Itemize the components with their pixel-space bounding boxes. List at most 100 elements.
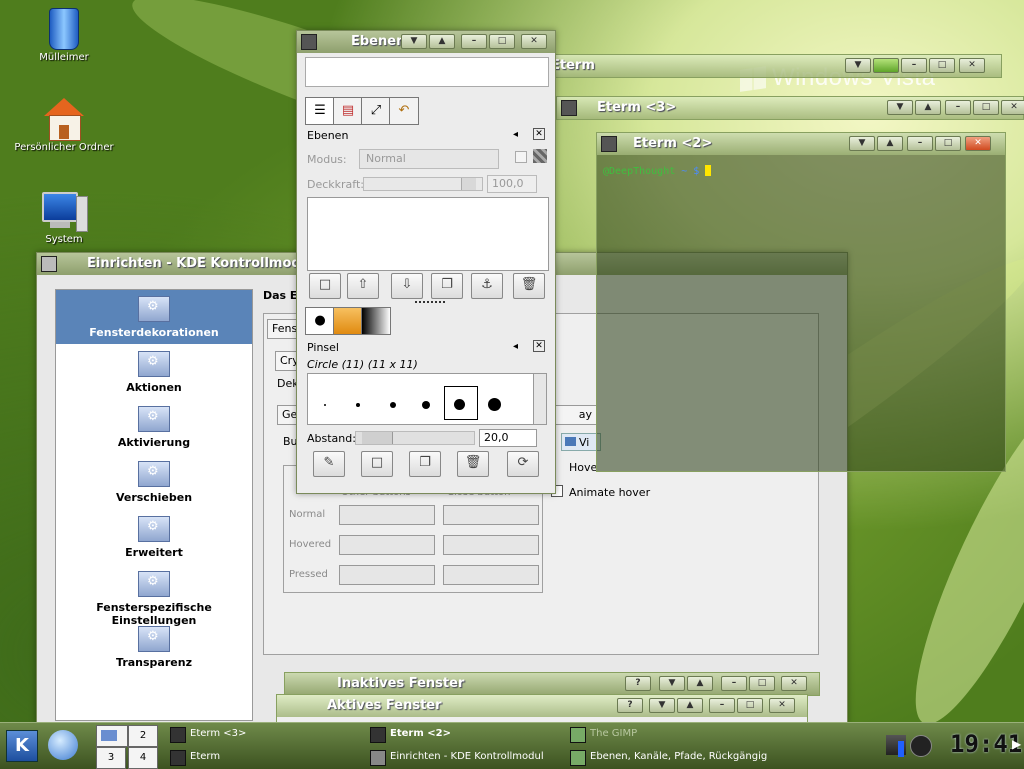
window-menu-icon[interactable] (41, 256, 57, 272)
sidebar-item-verschieben[interactable]: Verschieben (56, 455, 252, 509)
lower-layer-button[interactable]: ⇩ (391, 273, 423, 299)
duplicate-layer-button[interactable]: ❐ (431, 273, 463, 299)
desktop-icon-trash[interactable]: Mülleimer (14, 8, 114, 63)
delete-layer-button[interactable]: 🗑 (513, 273, 545, 299)
edit-brush-button[interactable]: ✎ (313, 451, 345, 477)
close-button[interactable]: ✕ (959, 58, 985, 73)
minimize-button[interactable]: – (945, 100, 971, 115)
layers-tab[interactable]: ☰ (305, 97, 335, 125)
spacing-slider[interactable] (355, 431, 475, 445)
close-button[interactable]: ✕ (769, 698, 795, 713)
terminal-prompt[interactable]: @DeepThought ~ $ (603, 165, 712, 177)
layer-list[interactable] (307, 197, 549, 271)
kde-menu-button[interactable]: K (6, 730, 38, 762)
sticky-button[interactable] (873, 58, 899, 73)
new-brush-button[interactable]: □ (361, 451, 393, 477)
minimize-button[interactable]: – (907, 136, 933, 151)
maximize-button[interactable]: □ (489, 34, 515, 49)
color-field-normal-other[interactable] (339, 505, 435, 525)
maximize-button[interactable]: □ (929, 58, 955, 73)
shade-button[interactable]: ▼ (401, 34, 427, 49)
panel-menu-icon[interactable]: ◂ (513, 129, 518, 140)
maximize-button[interactable]: □ (973, 100, 999, 115)
sidebar-item-fensterdekorationen[interactable]: Fensterdekorationen (56, 290, 252, 344)
tray-battery-icon[interactable] (898, 741, 904, 757)
brush-item[interactable] (356, 403, 360, 407)
eterm-titlebar[interactable]: Eterm <2> ▼ ▲ – □ ✕ (597, 133, 1005, 155)
minimize-button[interactable]: – (721, 676, 747, 691)
minimize-button[interactable]: – (709, 698, 735, 713)
gradients-tab[interactable] (361, 307, 391, 335)
task-kde-control[interactable]: Einrichten - KDE Kontrollmodul (368, 747, 544, 767)
keep-transparency-checkbox[interactable] (515, 151, 527, 163)
panel-close-icon[interactable]: ✕ (533, 128, 545, 140)
color-field-normal-close[interactable] (443, 505, 539, 525)
brush-grid[interactable] (307, 373, 535, 425)
color-field-pressed-other[interactable] (339, 565, 435, 585)
inactive-window-preview[interactable]: Inaktives Fenster ? ▼ ▲ – □ ✕ (284, 672, 820, 696)
brush-scrollbar[interactable] (533, 373, 547, 425)
brush-item[interactable] (488, 398, 501, 411)
maximize-button[interactable]: □ (737, 698, 763, 713)
sidebar-item-aktivierung[interactable]: Aktivierung (56, 400, 252, 454)
task-eterm-3[interactable]: Eterm <3> (168, 724, 246, 744)
color-field-pressed-close[interactable] (443, 565, 539, 585)
sidebar-item-erweitert[interactable]: Erweitert (56, 510, 252, 564)
undo-tab[interactable]: ↶ (389, 97, 419, 125)
sidebar-item-transparenz[interactable]: Transparenz (56, 620, 252, 674)
minimize-button[interactable]: – (461, 34, 487, 49)
close-button[interactable]: ✕ (521, 34, 547, 49)
shade-button[interactable]: ▼ (849, 136, 875, 151)
delete-brush-button[interactable]: 🗑 (457, 451, 489, 477)
paths-tab[interactable]: ⤢ (361, 97, 391, 125)
task-eterm[interactable]: Eterm (168, 747, 220, 767)
eterm-window-3[interactable]: Eterm <3> ▼ ▲ – □ ✕ (556, 96, 1024, 120)
channels-tab[interactable]: ▤ (333, 97, 363, 125)
task-gimp-dock[interactable]: Ebenen, Kanäle, Pfade, Rückgängig (568, 747, 767, 767)
brushes-tab[interactable]: ● (305, 307, 335, 335)
patterns-tab[interactable] (333, 307, 363, 335)
pager-desktop-3[interactable]: 3 (96, 747, 126, 769)
konqueror-launcher[interactable] (48, 730, 78, 760)
pager-desktop-1[interactable] (96, 725, 128, 747)
pager-desktop-4[interactable]: 4 (128, 747, 158, 769)
pager-desktop-2[interactable]: 2 (128, 725, 158, 747)
eterm-window-1[interactable]: Eterm ▼ – □ ✕ (498, 54, 1002, 78)
close-button[interactable]: ✕ (781, 676, 807, 691)
shade-button[interactable]: ▼ (659, 676, 685, 691)
sticky-button[interactable]: ▲ (877, 136, 903, 151)
sticky-button[interactable]: ▲ (687, 676, 713, 691)
close-button[interactable]: ✕ (1001, 100, 1024, 115)
eterm-titlebar[interactable]: Eterm <3> ▼ ▲ – □ ✕ (557, 97, 1024, 119)
shade-button[interactable]: ▼ (887, 100, 913, 115)
desktop-icon-system[interactable]: System (14, 192, 114, 245)
shade-button[interactable]: ▼ (845, 58, 871, 73)
active-titlebar[interactable]: Aktives Fenster ? ▼ ▲ – □ ✕ (277, 695, 807, 717)
color-field-hovered-other[interactable] (339, 535, 435, 555)
mode-select[interactable]: Normal (359, 149, 499, 169)
panel-close-icon[interactable]: ✕ (533, 340, 545, 352)
spacing-value[interactable]: 20,0 (479, 429, 537, 447)
help-button[interactable]: ? (617, 698, 643, 713)
maximize-button[interactable]: □ (749, 676, 775, 691)
task-gimp[interactable]: The GIMP (568, 724, 637, 744)
minimize-button[interactable]: – (901, 58, 927, 73)
help-button[interactable]: ? (625, 676, 651, 691)
sticky-button[interactable]: ▲ (429, 34, 455, 49)
opacity-value[interactable]: 100,0 (487, 175, 537, 193)
brush-item[interactable] (390, 402, 396, 408)
refresh-brushes-button[interactable]: ⟳ (507, 451, 539, 477)
brush-item[interactable] (454, 399, 465, 410)
sidebar-item-aktionen[interactable]: Aktionen (56, 345, 252, 399)
desktop-icon-home[interactable]: Persönlicher Ordner (14, 98, 114, 153)
close-button[interactable]: ✕ (965, 136, 991, 151)
opacity-slider[interactable] (363, 177, 483, 191)
tray-klipper-icon[interactable] (910, 735, 932, 757)
duplicate-brush-button[interactable]: ❐ (409, 451, 441, 477)
gimp-titlebar[interactable]: Ebenen ▼ ▲ – □ ✕ (297, 31, 555, 53)
maximize-button[interactable]: □ (935, 136, 961, 151)
brush-item[interactable] (324, 404, 326, 406)
sidebar-item-fensterspezifisch[interactable]: Fensterspezifische Einstellungen (56, 565, 252, 627)
brush-item[interactable] (422, 401, 430, 409)
sticky-button[interactable]: ▲ (677, 698, 703, 713)
